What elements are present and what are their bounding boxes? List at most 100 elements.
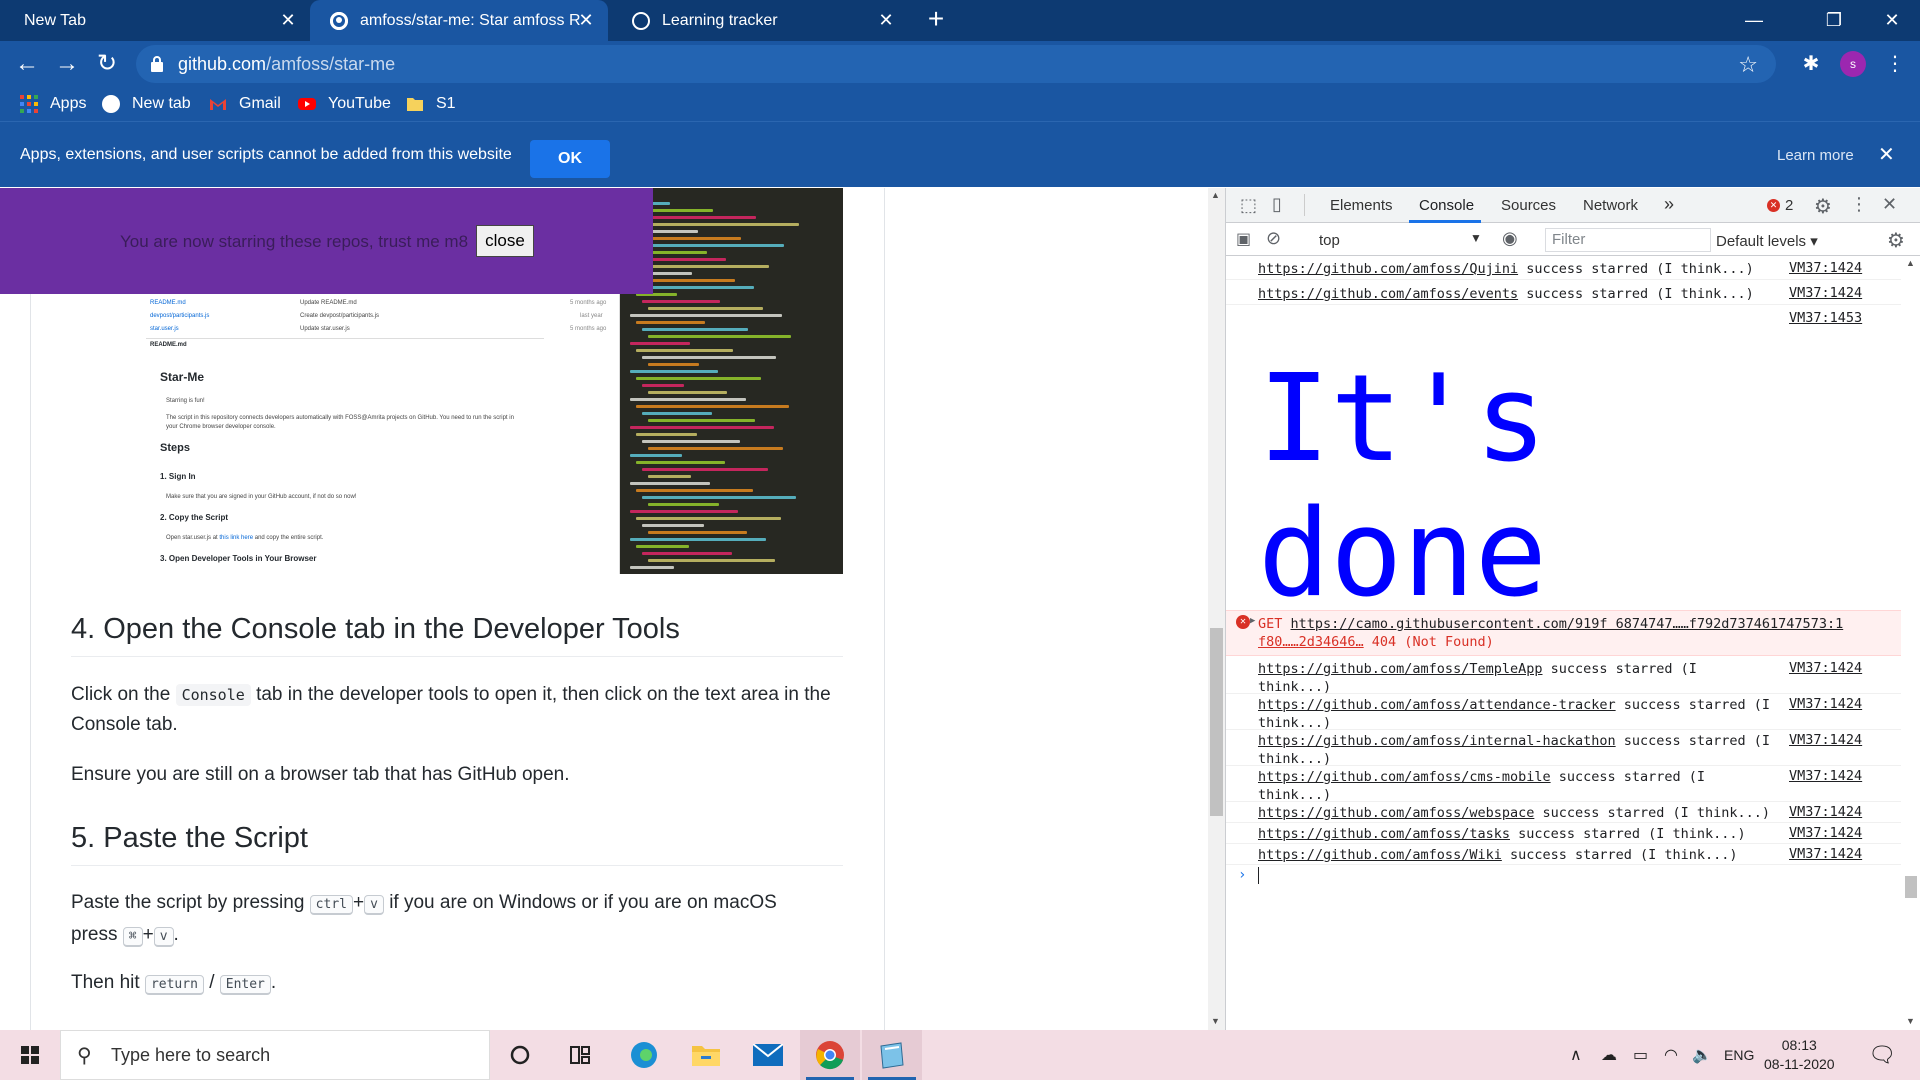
new-tab-button[interactable]: + bbox=[922, 5, 950, 34]
windows-start-icon[interactable] bbox=[0, 1030, 60, 1080]
more-tabs-icon[interactable]: » bbox=[1664, 194, 1674, 215]
bookmark-star-icon[interactable]: ☆ bbox=[1738, 52, 1758, 78]
popup-close-button[interactable]: close bbox=[476, 225, 534, 257]
source-link[interactable]: VM37:1424 bbox=[1789, 260, 1862, 276]
notepad-app-icon[interactable] bbox=[862, 1030, 922, 1080]
devtools-tab-elements[interactable]: Elements bbox=[1330, 197, 1393, 214]
reload-icon[interactable]: ↻ bbox=[92, 49, 122, 79]
close-icon[interactable]: ✕ bbox=[278, 10, 298, 30]
error-link[interactable]: f80……2d34646… bbox=[1258, 634, 1364, 650]
sidebar-toggle-icon[interactable]: ▣ bbox=[1236, 229, 1251, 249]
error-link[interactable]: https://camo.githubusercontent.com/919f … bbox=[1291, 616, 1844, 632]
bookmark-new-tab[interactable]: New tab bbox=[102, 87, 191, 121]
scroll-down-icon[interactable]: ▼ bbox=[1211, 1016, 1220, 1026]
repo-link[interactable]: https://github.com/amfoss/webspace bbox=[1258, 805, 1534, 821]
scrollbar-thumb[interactable] bbox=[1210, 628, 1223, 816]
clock[interactable]: 08:13 08-11-2020 bbox=[1764, 1036, 1835, 1074]
window-close-button[interactable]: ✕ bbox=[1864, 0, 1920, 41]
source-link[interactable]: VM37:1424 bbox=[1789, 846, 1862, 862]
repo-link[interactable]: https://github.com/amfoss/internal-hacka… bbox=[1258, 733, 1616, 749]
learn-more-link[interactable]: Learn more bbox=[1777, 147, 1854, 164]
console-input[interactable] bbox=[1258, 867, 1259, 884]
bookmark-apps[interactable]: Apps bbox=[20, 87, 86, 121]
address-bar[interactable]: github.com/amfoss/star-me ☆ bbox=[136, 45, 1776, 83]
cortana-icon[interactable] bbox=[490, 1030, 550, 1080]
tab-new-tab[interactable]: New Tab ✕ bbox=[0, 0, 310, 41]
close-icon[interactable]: ✕ bbox=[1878, 142, 1895, 167]
code-line bbox=[630, 426, 774, 429]
forward-arrow-icon[interactable]: → bbox=[52, 49, 82, 79]
close-icon[interactable]: ✕ bbox=[876, 10, 896, 30]
eye-icon[interactable]: ◉ bbox=[1502, 228, 1518, 249]
close-icon[interactable]: ✕ bbox=[1882, 194, 1897, 215]
page-scrollbar[interactable]: ▲ ▼ bbox=[1208, 188, 1225, 1030]
bookmark-youtube[interactable]: YouTube bbox=[298, 87, 391, 121]
devtools-tab-sources[interactable]: Sources bbox=[1501, 197, 1556, 214]
scroll-down-icon[interactable]: ▼ bbox=[1906, 1016, 1915, 1026]
repo-link[interactable]: https://github.com/amfoss/tasks bbox=[1258, 826, 1510, 842]
filter-input[interactable]: Filter bbox=[1545, 228, 1711, 252]
gear-icon[interactable]: ⚙ bbox=[1814, 194, 1832, 219]
source-link[interactable]: VM37:1424 bbox=[1789, 285, 1862, 301]
menu-kebab-icon[interactable]: ⋮ bbox=[1880, 49, 1910, 79]
extensions-puzzle-icon[interactable]: ✱ bbox=[1796, 49, 1826, 79]
repo-link[interactable]: https://github.com/amfoss/cms-mobile bbox=[1258, 769, 1551, 785]
chevron-up-icon[interactable]: ∧ bbox=[1570, 1045, 1582, 1065]
devtools-tab-console[interactable]: Console bbox=[1419, 197, 1474, 214]
chrome-icon[interactable] bbox=[800, 1030, 860, 1080]
inspect-element-icon[interactable]: ⬚ bbox=[1240, 195, 1257, 216]
source-link[interactable]: VM37:1453 bbox=[1789, 310, 1862, 326]
devtools-tab-network[interactable]: Network bbox=[1583, 197, 1638, 214]
ok-button[interactable]: OK bbox=[530, 140, 610, 178]
tab-star-me[interactable]: amfoss/star-me: Star amfoss Rep ✕ bbox=[310, 0, 608, 41]
taskbar-search-input[interactable]: ⚲ Type here to search bbox=[60, 1030, 490, 1080]
log-levels-select[interactable]: Default levels ▾ bbox=[1716, 232, 1818, 250]
clear-console-icon[interactable]: ⊘ bbox=[1266, 228, 1281, 249]
mini-heading: 1. Sign In bbox=[160, 472, 196, 481]
mail-icon[interactable] bbox=[738, 1030, 798, 1080]
bookmark-s1[interactable]: S1 bbox=[406, 87, 456, 121]
minimize-button[interactable]: — bbox=[1726, 0, 1782, 41]
source-link[interactable]: VM37:1424 bbox=[1789, 825, 1862, 841]
wifi-icon[interactable]: ◠ bbox=[1664, 1045, 1678, 1065]
source-link[interactable]: VM37:1424 bbox=[1789, 732, 1862, 748]
expand-triangle-icon[interactable]: ▶ bbox=[1250, 616, 1255, 626]
close-icon[interactable]: ✕ bbox=[576, 10, 596, 30]
tab-learning-tracker[interactable]: Learning tracker ✕ bbox=[608, 0, 908, 41]
bookmark-gmail[interactable]: Gmail bbox=[209, 87, 281, 121]
repo-link[interactable]: https://github.com/amfoss/Qujini bbox=[1258, 261, 1518, 277]
folder-icon bbox=[406, 95, 424, 113]
maximize-button[interactable]: ❐ bbox=[1806, 0, 1862, 41]
gear-icon[interactable]: ⚙ bbox=[1887, 228, 1905, 253]
context-select[interactable]: top bbox=[1319, 232, 1340, 249]
console-scrollbar[interactable]: ▲ ▼ bbox=[1901, 256, 1920, 1030]
back-arrow-icon[interactable]: ← bbox=[12, 49, 42, 79]
scroll-up-icon[interactable]: ▲ bbox=[1211, 190, 1220, 200]
language-indicator[interactable]: ENG bbox=[1724, 1047, 1754, 1063]
repo-link[interactable]: https://github.com/amfoss/TempleApp bbox=[1258, 661, 1542, 677]
source-link[interactable]: VM37:1424 bbox=[1789, 660, 1862, 676]
onedrive-cloud-icon[interactable]: ☁ bbox=[1601, 1045, 1617, 1065]
volume-icon[interactable]: 🔈 bbox=[1692, 1045, 1712, 1065]
repo-link[interactable]: https://github.com/amfoss/attendance-tra… bbox=[1258, 697, 1616, 713]
scrollbar-thumb[interactable] bbox=[1905, 876, 1917, 898]
mini-text: The script in this repository connects d… bbox=[166, 415, 514, 430]
edge-icon[interactable] bbox=[614, 1030, 674, 1080]
code-line bbox=[630, 398, 746, 401]
task-view-icon[interactable] bbox=[550, 1030, 610, 1080]
device-toolbar-icon[interactable]: ▯ bbox=[1272, 194, 1282, 215]
notifications-icon[interactable]: 🗨 bbox=[1868, 1042, 1896, 1068]
source-link[interactable]: VM37:1424 bbox=[1789, 768, 1862, 784]
source-link[interactable]: VM37:1424 bbox=[1789, 804, 1862, 820]
code-line bbox=[630, 566, 674, 569]
file-explorer-icon[interactable] bbox=[676, 1030, 736, 1080]
code-line bbox=[648, 531, 747, 534]
battery-icon[interactable]: ▭ bbox=[1633, 1045, 1648, 1065]
repo-link[interactable]: https://github.com/amfoss/Wiki bbox=[1258, 847, 1502, 863]
profile-avatar[interactable]: s bbox=[1840, 51, 1866, 77]
scroll-up-icon[interactable]: ▲ bbox=[1906, 258, 1915, 268]
error-count[interactable]: 2 bbox=[1785, 197, 1793, 214]
menu-kebab-icon[interactable]: ⋮ bbox=[1850, 194, 1868, 215]
repo-link[interactable]: https://github.com/amfoss/events bbox=[1258, 286, 1518, 302]
source-link[interactable]: VM37:1424 bbox=[1789, 696, 1862, 712]
